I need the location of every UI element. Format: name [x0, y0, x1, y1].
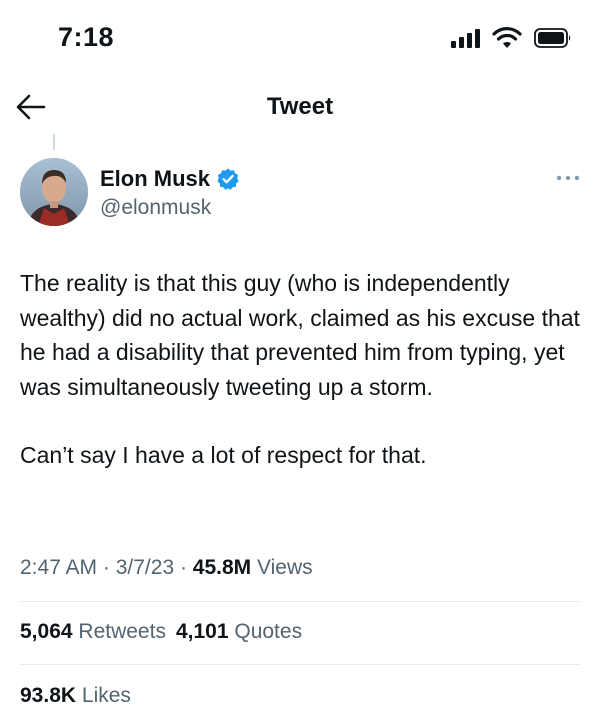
verified-badge-icon: [217, 168, 239, 190]
likes-stats-row: 93.8K Likes: [20, 684, 141, 708]
views-label: Views: [257, 556, 313, 579]
battery-icon: [534, 28, 571, 48]
tweet-paragraph: The reality is that this guy (who is ind…: [20, 270, 580, 400]
author-name-row[interactable]: Elon Musk: [100, 166, 240, 192]
top-navigation-bar: Tweet: [0, 80, 600, 136]
more-options-icon[interactable]: [555, 172, 581, 184]
status-icons: [451, 27, 572, 49]
page-title: Tweet: [266, 93, 334, 120]
likes-label: Likes: [81, 684, 131, 707]
status-time: 7:18: [58, 22, 115, 52]
avatar-image: [20, 158, 88, 226]
tweet-time[interactable]: 2:47 AM: [20, 556, 97, 579]
tweet-detail-screen: 7:18 Tweet Elon Musk @elonmusk The reali…: [0, 0, 600, 714]
tweet-meta: 2:47 AM · 3/7/23 · 45.8M Views: [20, 556, 313, 580]
author-name[interactable]: Elon Musk: [100, 166, 210, 192]
likes-stat[interactable]: 93.8K Likes: [20, 684, 131, 707]
cellular-signal-icon: [451, 28, 480, 48]
retweets-label: Retweets: [78, 620, 166, 643]
quotes-count: 4,101: [175, 620, 229, 643]
avatar[interactable]: [20, 158, 88, 226]
wifi-icon: [492, 27, 522, 48]
likes-count: 93.8K: [20, 684, 77, 707]
status-bar: 7:18: [0, 0, 600, 80]
retweets-stat[interactable]: 5,064 Retweets: [20, 620, 166, 643]
quotes-stat[interactable]: 4,101 Quotes: [176, 620, 302, 643]
meta-separator: ·: [179, 556, 193, 579]
tweet-date[interactable]: 3/7/23: [116, 556, 174, 579]
tweet-paragraph: Can’t say I have a lot of respect for th…: [20, 442, 427, 468]
views-count: 45.8M: [192, 556, 252, 579]
retweets-count: 5,064: [20, 620, 73, 643]
divider: [20, 664, 580, 665]
author-handle[interactable]: @elonmusk: [100, 196, 211, 220]
tweet-text: The reality is that this guy (who is ind…: [20, 266, 580, 473]
thread-connector-line: [53, 134, 55, 150]
meta-separator: ·: [102, 556, 116, 579]
quotes-label: Quotes: [234, 620, 303, 643]
engagement-stats-row: 5,064 Retweets 4,101 Quotes: [20, 620, 312, 644]
divider: [20, 601, 580, 602]
